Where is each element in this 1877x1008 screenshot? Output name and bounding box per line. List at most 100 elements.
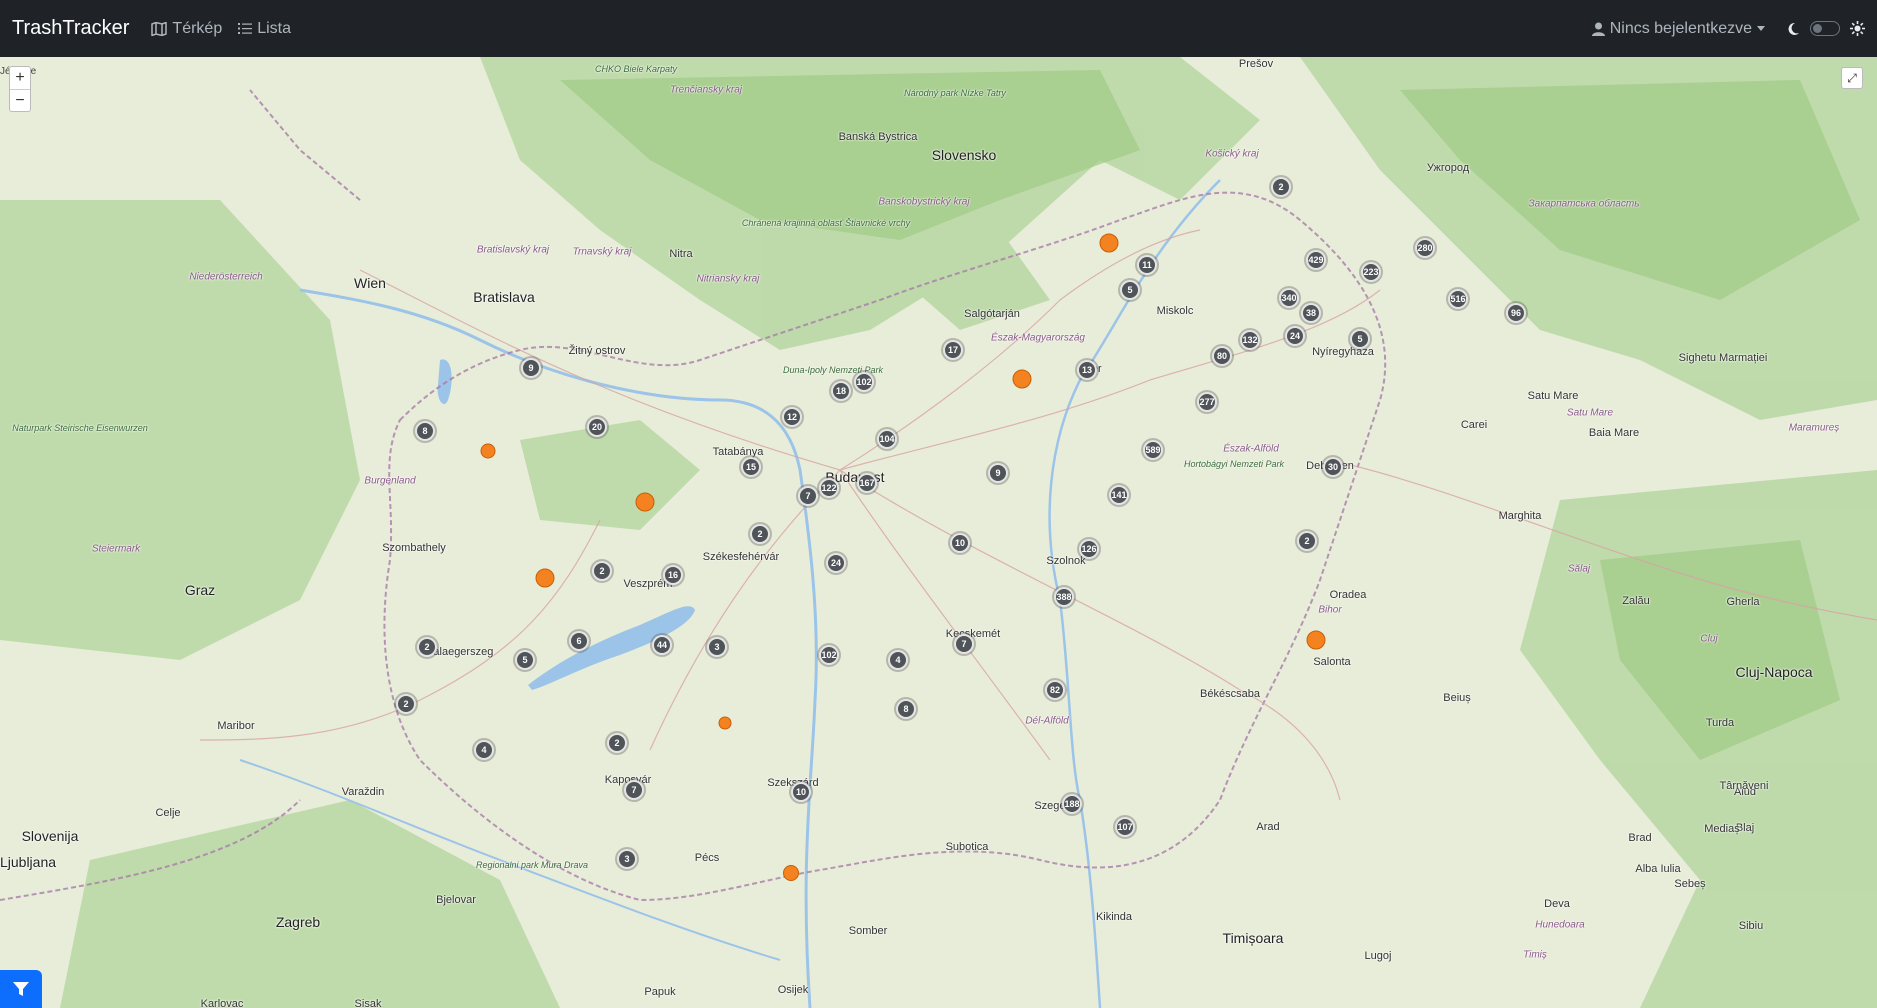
cluster-marker[interactable]: 589 — [1143, 440, 1163, 460]
nav-link-map[interactable]: Térkép — [151, 20, 222, 38]
trash-report-marker[interactable] — [1306, 630, 1326, 650]
nav-link-list-label: Lista — [257, 19, 292, 37]
cluster-marker[interactable]: 429 — [1306, 250, 1326, 270]
map-place-label: Brad — [1628, 832, 1652, 844]
cluster-marker[interactable]: 2 — [1297, 531, 1317, 551]
map-place-label: Bratislava — [473, 289, 535, 305]
cluster-marker[interactable]: 516 — [1448, 289, 1468, 309]
cluster-marker[interactable]: 12 — [782, 407, 802, 427]
cluster-marker[interactable]: 15 — [741, 457, 761, 477]
map-place-label: Celje — [155, 807, 181, 819]
cluster-marker[interactable]: 6 — [569, 631, 589, 651]
list-icon — [238, 23, 253, 34]
zoom-out-button[interactable]: − — [10, 89, 30, 111]
cluster-marker[interactable]: 13 — [1077, 360, 1097, 380]
map-place-label: Satu Mare — [1527, 390, 1579, 402]
cluster-marker[interactable]: 16 — [663, 565, 683, 585]
nav-link-list[interactable]: Lista — [238, 20, 291, 38]
cluster-marker[interactable]: 141 — [1109, 485, 1129, 505]
cluster-marker[interactable]: 3 — [707, 637, 727, 657]
cluster-marker[interactable]: 8 — [415, 421, 435, 441]
filter-icon — [13, 981, 29, 996]
cluster-marker[interactable]: 102 — [819, 645, 839, 665]
cluster-marker[interactable]: 4 — [888, 650, 908, 670]
cluster-marker[interactable]: 20 — [587, 417, 607, 437]
map-place-label: Chránená krajinná oblasť Štiavnické vrch… — [741, 218, 911, 228]
brand-title[interactable]: TrashTracker — [12, 17, 129, 40]
map-place-label: Lugoj — [1364, 950, 1392, 962]
user-dropdown[interactable]: Nincs bejelentkezve — [1591, 20, 1765, 38]
zoom-in-button[interactable]: + — [10, 67, 30, 89]
cluster-marker[interactable]: 8 — [896, 699, 916, 719]
trash-report-marker[interactable] — [480, 443, 496, 459]
map-place-label: Prešov — [1238, 58, 1274, 70]
cluster-marker[interactable]: 102 — [854, 372, 874, 392]
cluster-marker[interactable]: 188 — [1062, 794, 1082, 814]
cluster-marker[interactable]: 10 — [950, 533, 970, 553]
cluster-marker[interactable]: 122 — [819, 478, 839, 498]
cluster-marker[interactable]: 7 — [798, 486, 818, 506]
cluster-marker[interactable]: 2 — [592, 561, 612, 581]
trash-report-marker[interactable] — [1012, 369, 1032, 389]
map-place-label: Timiș — [1523, 949, 1547, 961]
map-place-label: Maribor — [217, 720, 255, 732]
cluster-marker[interactable]: 5 — [515, 650, 535, 670]
cluster-marker[interactable]: 38 — [1301, 303, 1321, 323]
cluster-marker[interactable]: 2 — [417, 637, 437, 657]
cluster-marker[interactable]: 104 — [877, 429, 897, 449]
cluster-marker[interactable]: 30 — [1323, 457, 1343, 477]
cluster-marker[interactable]: 24 — [826, 553, 846, 573]
cluster-marker[interactable]: 277 — [1197, 392, 1217, 412]
cluster-marker[interactable]: 2 — [750, 524, 770, 544]
cluster-marker[interactable]: 5 — [1350, 329, 1370, 349]
filter-button[interactable] — [0, 970, 42, 1008]
cluster-marker[interactable]: 132 — [1240, 330, 1260, 350]
map-place-label: Niederösterreich — [189, 271, 263, 283]
cluster-marker[interactable]: 3 — [617, 849, 637, 869]
map-place-label: Carei — [1460, 419, 1488, 431]
cluster-marker[interactable]: 2 — [1271, 177, 1291, 197]
cluster-marker[interactable]: 107 — [1115, 817, 1135, 837]
cluster-marker[interactable]: 10 — [791, 782, 811, 802]
cluster-marker[interactable]: 126 — [1079, 539, 1099, 559]
trash-report-marker[interactable] — [535, 568, 555, 588]
user-icon — [1591, 22, 1605, 36]
cluster-marker[interactable]: 44 — [652, 635, 672, 655]
map-place-label: Kecskemét — [945, 628, 1001, 640]
map-place-label: Trnavský kraj — [572, 246, 632, 258]
cluster-marker[interactable]: 82 — [1045, 680, 1065, 700]
cluster-marker[interactable]: 2 — [607, 733, 627, 753]
cluster-marker[interactable]: 388 — [1054, 587, 1074, 607]
cluster-marker[interactable]: 340 — [1279, 288, 1299, 308]
trash-report-marker[interactable] — [718, 716, 732, 730]
trash-report-marker[interactable] — [635, 492, 655, 512]
cluster-marker[interactable]: 9 — [521, 358, 541, 378]
theme-toggle[interactable] — [1810, 21, 1840, 36]
map-place-label: Turda — [1705, 717, 1735, 729]
trash-report-marker[interactable] — [783, 865, 799, 881]
map-place-label: Bratislavský kraj — [476, 244, 550, 256]
map-place-label: Deva — [1544, 898, 1570, 910]
cluster-marker[interactable]: 96 — [1506, 303, 1526, 323]
cluster-marker[interactable]: 80 — [1212, 346, 1232, 366]
cluster-marker[interactable]: 2 — [396, 694, 416, 714]
cluster-marker[interactable]: 167 — [857, 473, 877, 493]
map-canvas[interactable]: Wien Bratislava Budapest Slovensko Graz Zagre… — [0, 57, 1877, 1008]
cluster-marker[interactable]: 280 — [1415, 238, 1435, 258]
cluster-marker[interactable]: 18 — [831, 381, 851, 401]
cluster-marker[interactable]: 17 — [943, 340, 963, 360]
cluster-marker[interactable]: 11 — [1137, 255, 1157, 275]
cluster-marker[interactable]: 7 — [624, 780, 644, 800]
cluster-marker[interactable]: 24 — [1285, 326, 1305, 346]
map-place-label: Marghita — [1498, 510, 1542, 522]
map-place-label: CHKO Biele Karpaty — [594, 64, 678, 74]
cluster-marker[interactable]: 5 — [1120, 280, 1140, 300]
trash-report-marker[interactable] — [1099, 233, 1119, 253]
fullscreen-button[interactable]: ⤢ — [1841, 67, 1863, 89]
map-place-label: Târnăveni — [1719, 780, 1769, 792]
cluster-marker[interactable]: 223 — [1361, 262, 1381, 282]
cluster-marker[interactable]: 7 — [954, 634, 974, 654]
navbar-right: Nincs bejelentkezve — [1591, 20, 1865, 38]
cluster-marker[interactable]: 9 — [988, 463, 1008, 483]
cluster-marker[interactable]: 4 — [474, 740, 494, 760]
